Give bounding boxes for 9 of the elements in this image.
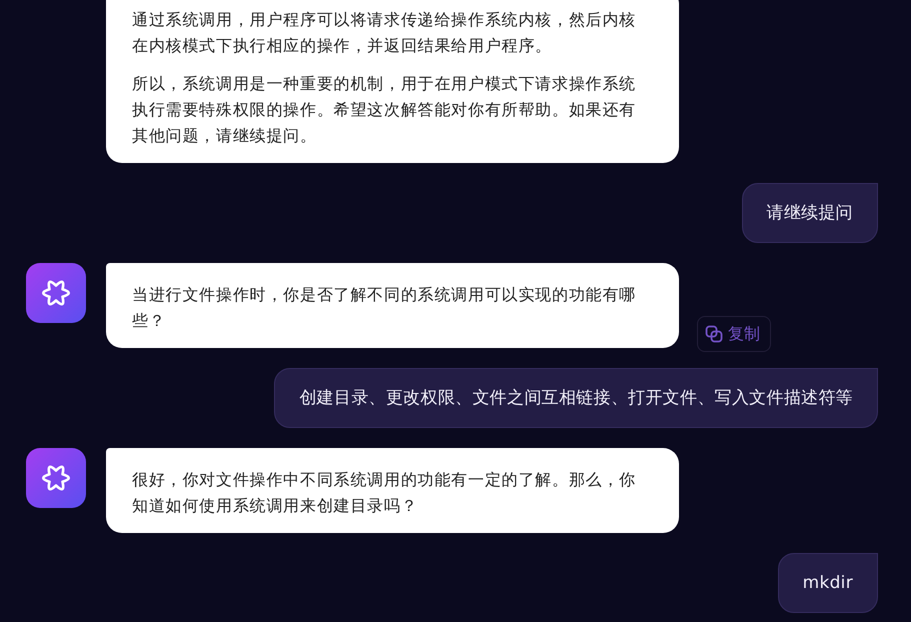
copy-button[interactable]: 复制 (697, 316, 771, 352)
message-text: 通过系统调用，用户程序可以将请求传递给操作系统内核，然后内核在内核模式下执行相应的操作，并返回结果给用户程序。 (132, 9, 637, 57)
copy-icon (705, 325, 723, 343)
message-text: 当进行文件操作时，你是否了解不同的系统调用可以实现的功能有哪些？ (132, 284, 637, 332)
message-text: 很好，你对文件操作中不同系统调用的功能有一定的了解。那么，你知道如何使用系统调用来创建目录吗？ (132, 469, 637, 517)
user-message: 创建目录、更改权限、文件之间互相链接、打开文件、写入文件描述符等 (274, 368, 878, 428)
user-message: mkdir (778, 553, 878, 613)
message-text: 所以，系统调用是一种重要的机制，用于在用户模式下请求操作系统执行需要特殊权限的操作。希望这次解答能对你有所帮助。如果还有其他问题，请继续提问。 (132, 73, 637, 147)
user-message: 请继续提问 (742, 183, 878, 243)
